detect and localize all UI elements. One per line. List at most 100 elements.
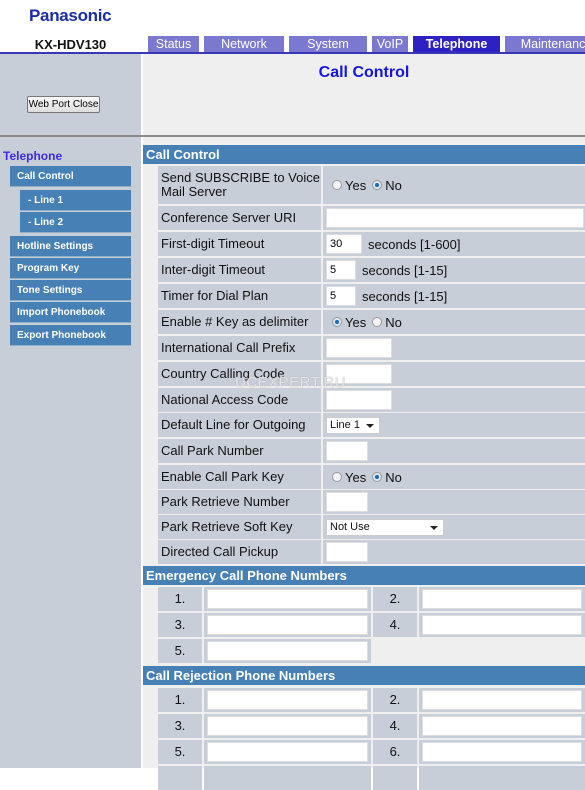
unit-label: seconds [1-15] xyxy=(362,262,448,278)
radio-yes[interactable] xyxy=(332,317,342,327)
rejection-row xyxy=(158,766,585,790)
no-label: No xyxy=(385,314,402,330)
emergency-number-4-input[interactable] xyxy=(422,615,582,635)
emergency-number-3-input[interactable] xyxy=(207,615,368,635)
model-name: KX-HDV130 xyxy=(34,37,107,52)
conference-server-uri-input[interactable] xyxy=(326,208,584,228)
field-label: Inter-digit Timeout xyxy=(158,258,321,282)
sidebar-item-hotline-settings[interactable]: Hotline Settings xyxy=(10,236,131,257)
emergency-number-2-input[interactable] xyxy=(422,589,582,609)
tab-telephone[interactable]: Telephone xyxy=(413,36,500,52)
field-value xyxy=(323,439,585,463)
field-label: Park Retrieve Soft Key xyxy=(158,515,321,539)
emergency-row: 3. 4. xyxy=(158,613,585,637)
number-label: 2. xyxy=(373,688,417,712)
number-cell xyxy=(204,639,371,663)
field-label: National Access Code xyxy=(158,388,321,412)
field-label: Conference Server URI xyxy=(158,206,321,230)
sidebar-item-export-phonebook[interactable]: Export Phonebook xyxy=(10,325,131,346)
rejection-number-5-input[interactable] xyxy=(207,742,368,762)
field-label: International Call Prefix xyxy=(158,336,321,360)
web-port-close-button[interactable]: Web Port Close xyxy=(27,96,100,113)
park-retrieve-number-input[interactable] xyxy=(326,492,368,512)
unit-label: seconds [1-600] xyxy=(368,236,461,252)
number-cell xyxy=(419,613,585,637)
form-row-park-retrieve-soft-key: Park Retrieve Soft Key Not Use xyxy=(158,515,585,539)
field-value xyxy=(323,206,585,230)
rejection-number-6-input[interactable] xyxy=(422,742,582,762)
sidebar-item-program-key[interactable]: Program Key xyxy=(10,258,131,279)
no-label: No xyxy=(385,177,402,193)
field-value xyxy=(323,362,585,386)
sidebar-item-call-control[interactable]: Call Control xyxy=(10,166,131,187)
yes-label: Yes xyxy=(345,314,367,330)
call-park-number-input[interactable] xyxy=(326,441,368,461)
number-label: 1. xyxy=(158,587,202,611)
form-row-inter-digit-timeout: Inter-digit Timeout seconds [1-15] xyxy=(158,258,585,282)
watermark: UCEXPERT.RU xyxy=(235,374,347,391)
field-value xyxy=(323,540,585,564)
emergency-row: 1. 2. xyxy=(158,587,585,611)
sidebar-item-line-2[interactable]: - Line 2 xyxy=(20,212,131,233)
rejection-row: 3. 4. xyxy=(158,714,585,738)
number-label: 4. xyxy=(373,714,417,738)
inter-digit-timeout-input[interactable] xyxy=(326,260,356,280)
chevron-down-icon xyxy=(430,525,438,530)
field-value xyxy=(323,336,585,360)
field-value: Not Use xyxy=(323,515,585,539)
number-label: 4. xyxy=(373,613,417,637)
form-row-park-retrieve-number: Park Retrieve Number xyxy=(158,490,585,514)
tab-maintenance[interactable]: Maintenance xyxy=(505,36,585,52)
rejection-number-2-input[interactable] xyxy=(422,690,582,710)
emergency-number-1-input[interactable] xyxy=(207,589,368,609)
field-label: Default Line for Outgoing xyxy=(158,413,321,437)
number-cell xyxy=(204,714,371,738)
form-row-national-access-code: National Access Code xyxy=(158,388,585,412)
number-cell xyxy=(204,587,371,611)
form-row-default-line-for-outgoing: Default Line for Outgoing Line 1 xyxy=(158,413,585,437)
international-call-prefix-input[interactable] xyxy=(326,338,392,358)
form-row-country-calling-code: Country Calling Code xyxy=(158,362,585,386)
radio-no[interactable] xyxy=(372,472,383,482)
sidebar-top xyxy=(0,54,141,135)
field-label: Directed Call Pickup xyxy=(158,540,321,564)
selected-value: Not Use xyxy=(330,520,370,533)
sidebar-item-line-1[interactable]: - Line 1 xyxy=(20,190,131,211)
tab-system[interactable]: System xyxy=(289,36,367,52)
rejection-row: 1. 2. xyxy=(158,688,585,712)
tab-network[interactable]: Network xyxy=(204,36,284,52)
rejection-number-1-input[interactable] xyxy=(207,690,368,710)
number-label: 5. xyxy=(158,740,202,764)
sidebar-item-import-phonebook[interactable]: Import Phonebook xyxy=(10,302,131,323)
sidebar-item-tone-settings[interactable]: Tone Settings xyxy=(10,280,131,301)
park-retrieve-soft-key-select[interactable]: Not Use xyxy=(326,518,444,536)
national-access-code-input[interactable] xyxy=(326,390,392,410)
chevron-down-icon xyxy=(366,423,374,428)
tab-voip[interactable]: VoIP xyxy=(372,36,408,52)
emergency-number-5-input[interactable] xyxy=(207,641,368,661)
field-value xyxy=(323,490,585,514)
tab-status[interactable]: Status xyxy=(148,36,199,52)
form-row-first-digit-timeout: First-digit Timeout seconds [1-600] xyxy=(158,232,585,256)
radio-no[interactable] xyxy=(372,180,383,190)
section-header-emergency: Emergency Call Phone Numbers xyxy=(143,566,585,585)
radio-yes[interactable] xyxy=(332,472,342,482)
rejection-number-3-input[interactable] xyxy=(207,716,368,736)
form-row-directed-call-pickup: Directed Call Pickup xyxy=(158,540,585,564)
directed-call-pickup-input[interactable] xyxy=(326,542,368,562)
radio-no[interactable] xyxy=(372,317,383,327)
section-header-call-control: Call Control xyxy=(143,145,585,164)
timer-for-dial-plan-input[interactable] xyxy=(326,286,356,306)
number-cell xyxy=(419,766,585,790)
sidebar-heading: Telephone xyxy=(3,149,63,163)
page-title: Call Control xyxy=(318,64,410,81)
default-line-for-outgoing-select[interactable]: Line 1 xyxy=(326,416,380,434)
form-row-international-call-prefix: International Call Prefix xyxy=(158,336,585,360)
field-value: Yes No xyxy=(323,465,585,489)
unit-label: seconds [1-15] xyxy=(362,288,448,304)
first-digit-timeout-input[interactable] xyxy=(326,234,362,254)
radio-yes[interactable] xyxy=(332,180,342,190)
yes-label: Yes xyxy=(345,177,367,193)
rejection-number-4-input[interactable] xyxy=(422,716,582,736)
field-value: seconds [1-600] xyxy=(323,232,585,256)
